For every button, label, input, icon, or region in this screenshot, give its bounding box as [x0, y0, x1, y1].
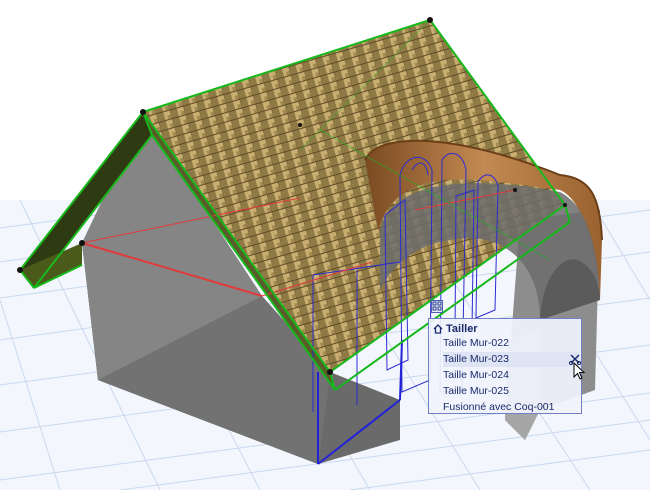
- popup-item-fusionne-coq-001[interactable]: Fusionné avec Coq-001: [443, 400, 579, 415]
- home-icon: [433, 323, 443, 334]
- popup-item-taille-mur-025[interactable]: Taille Mur-025: [443, 384, 579, 399]
- 3d-model-scene[interactable]: [0, 0, 650, 490]
- element-menu-icon: [432, 301, 442, 311]
- mouse-cursor-icon: [573, 362, 586, 380]
- element-menu-button[interactable]: [431, 300, 443, 313]
- popup-item-taille-mur-024[interactable]: Taille Mur-024: [443, 368, 579, 383]
- popup-item-taille-mur-023[interactable]: Taille Mur-023: [443, 352, 579, 367]
- popup-title-label: Tailler: [446, 322, 478, 335]
- trim-popup-menu[interactable]: Tailler Taille Mur-022 Taille Mur-023 Ta…: [428, 318, 582, 414]
- 3d-viewport[interactable]: Tailler Taille Mur-022 Taille Mur-023 Ta…: [0, 0, 650, 490]
- popup-title: Tailler: [433, 321, 478, 336]
- popup-item-taille-mur-022[interactable]: Taille Mur-022: [443, 336, 579, 351]
